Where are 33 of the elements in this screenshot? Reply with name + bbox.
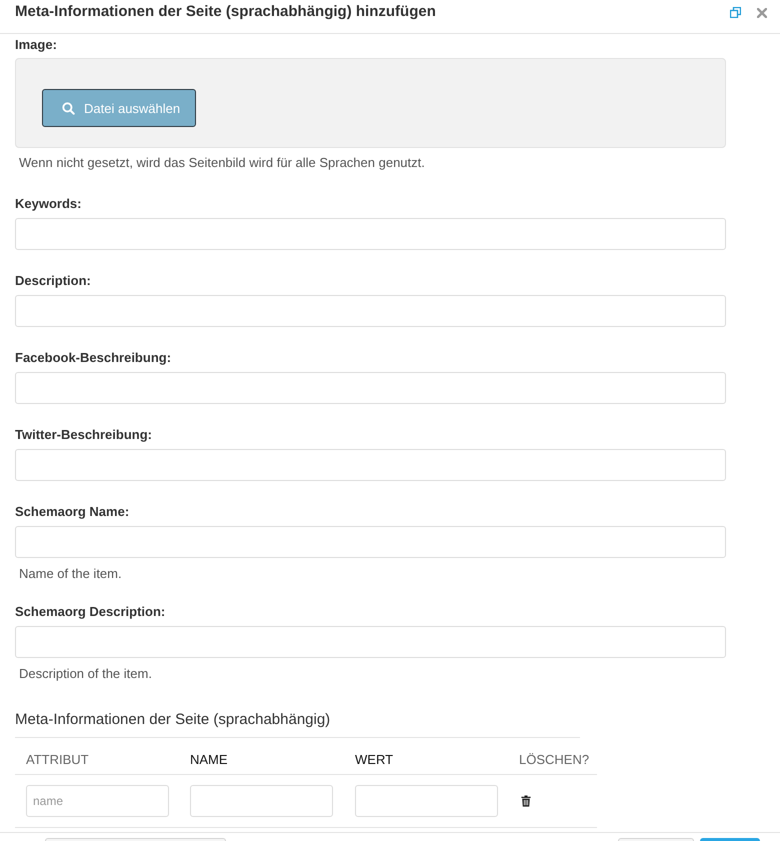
trash-icon[interactable] xyxy=(521,795,531,807)
column-header: NAME xyxy=(190,752,228,767)
help-text: Wenn nicht gesetzt, wird das Seitenbild wird für alle Sprachen genutzt. xyxy=(18,155,425,171)
field-label: Facebook-Beschreibung: xyxy=(15,350,172,366)
footer-button[interactable] xyxy=(700,838,760,841)
field-label: Schemaorg Name: xyxy=(15,504,130,520)
dialog-title: Meta-Informationen der Seite (sprachabhängig) hinzufügen xyxy=(15,3,436,21)
footer-button[interactable] xyxy=(45,838,226,841)
input-field[interactable] xyxy=(15,526,726,558)
field-label: Keywords: xyxy=(15,196,82,212)
close-icon[interactable] xyxy=(757,8,767,18)
input-field[interactable] xyxy=(15,218,726,250)
help-text: Description of the item. xyxy=(18,666,152,682)
column-header: WERT xyxy=(355,752,394,767)
input-field[interactable] xyxy=(15,626,726,658)
help-text: Name of the item. xyxy=(18,566,122,582)
window-restore-icon[interactable] xyxy=(730,7,741,18)
input-field[interactable] xyxy=(15,295,726,327)
input-field[interactable] xyxy=(355,785,498,817)
column-header: LÖSCHEN? xyxy=(519,752,590,767)
input-field[interactable]: name xyxy=(26,785,169,817)
field-label: Image: xyxy=(15,37,57,53)
column-header: ATTRIBUT xyxy=(26,752,89,767)
section-heading: Meta-Informationen der Seite (sprachabhängig) xyxy=(15,711,580,738)
field-label: Description: xyxy=(15,273,91,289)
input-field[interactable] xyxy=(15,372,726,404)
input-field[interactable] xyxy=(190,785,333,817)
input-field[interactable] xyxy=(15,449,726,481)
footer-button[interactable] xyxy=(618,838,694,841)
field-label: Schemaorg Description: xyxy=(15,604,166,620)
search-icon xyxy=(62,102,75,114)
file-select-button[interactable]: Datei auswählen xyxy=(42,89,196,127)
field-label: Twitter-Beschreibung: xyxy=(15,427,152,443)
